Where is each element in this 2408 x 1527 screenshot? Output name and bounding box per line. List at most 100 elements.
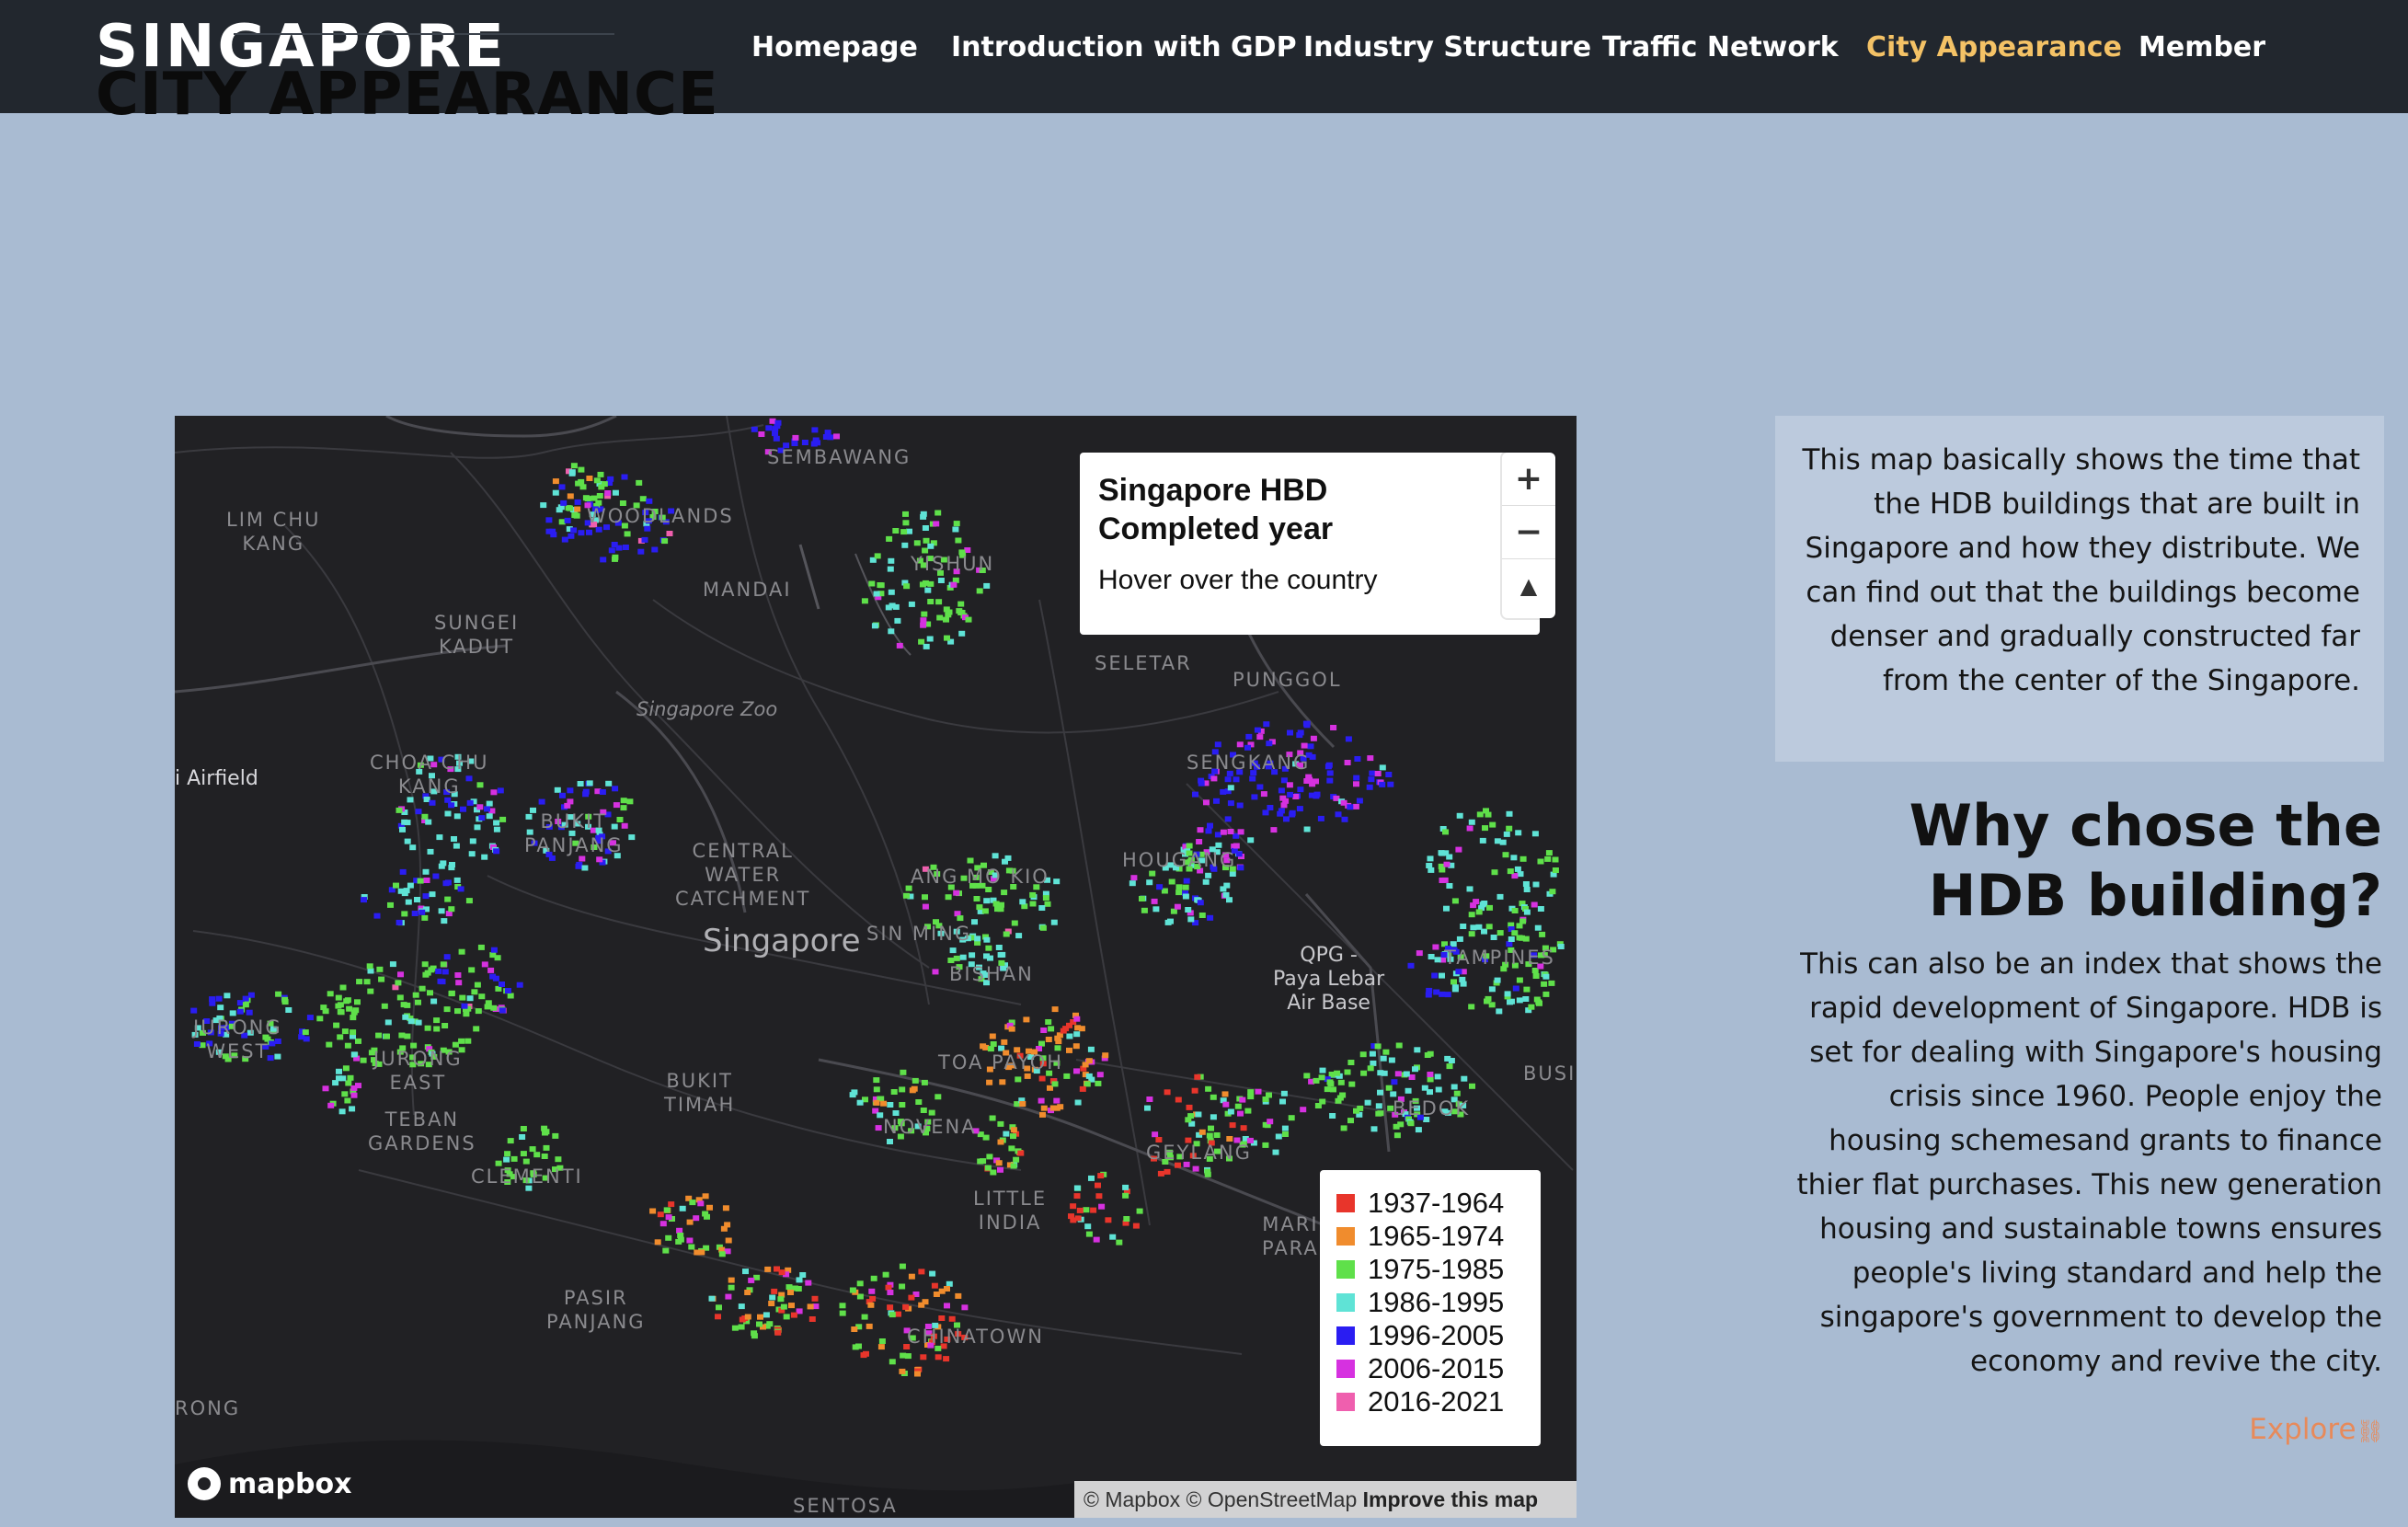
hdb-building-dot[interactable] bbox=[344, 1042, 351, 1049]
hdb-building-dot[interactable] bbox=[1282, 1131, 1289, 1137]
hdb-building-dot[interactable] bbox=[586, 529, 592, 535]
hdb-building-dot[interactable] bbox=[999, 1079, 1006, 1085]
hdb-building-dot[interactable] bbox=[1132, 1223, 1140, 1229]
hdb-building-dot[interactable] bbox=[568, 533, 575, 539]
hdb-building-dot[interactable] bbox=[1210, 1114, 1217, 1120]
hdb-building-dot[interactable] bbox=[1344, 760, 1351, 765]
hdb-building-dot[interactable] bbox=[275, 991, 282, 997]
hdb-building-dot[interactable] bbox=[397, 971, 404, 978]
hdb-building-dot[interactable] bbox=[654, 1239, 661, 1246]
hdb-building-dot[interactable] bbox=[1403, 1071, 1410, 1077]
hdb-building-dot[interactable] bbox=[920, 1354, 927, 1361]
hdb-building-dot[interactable] bbox=[1522, 996, 1530, 1002]
hdb-building-dot[interactable] bbox=[499, 982, 505, 987]
hdb-building-dot[interactable] bbox=[466, 799, 474, 806]
hdb-building-dot[interactable] bbox=[1227, 785, 1234, 791]
hdb-building-dot[interactable] bbox=[570, 463, 578, 469]
hdb-building-dot[interactable] bbox=[983, 936, 991, 943]
hdb-building-dot[interactable] bbox=[503, 1156, 510, 1163]
hdb-building-dot[interactable] bbox=[579, 484, 587, 490]
hdb-building-dot[interactable] bbox=[1313, 1077, 1320, 1084]
hdb-building-dot[interactable] bbox=[481, 961, 488, 968]
hdb-building-dot[interactable] bbox=[443, 954, 451, 960]
hdb-building-dot[interactable] bbox=[246, 1009, 253, 1016]
hdb-building-dot[interactable] bbox=[1468, 1004, 1475, 1010]
hdb-building-dot[interactable] bbox=[774, 1329, 782, 1336]
hdb-building-dot[interactable] bbox=[401, 890, 408, 897]
hdb-building-dot[interactable] bbox=[728, 1277, 735, 1283]
hdb-building-dot[interactable] bbox=[1427, 1072, 1434, 1077]
hdb-building-dot[interactable] bbox=[373, 913, 381, 919]
hdb-building-dot[interactable] bbox=[520, 1126, 527, 1131]
hdb-building-dot[interactable] bbox=[1270, 827, 1278, 833]
hdb-building-dot[interactable] bbox=[1432, 944, 1439, 950]
hdb-building-dot[interactable] bbox=[209, 1000, 216, 1006]
hdb-building-dot[interactable] bbox=[922, 894, 928, 901]
hdb-building-dot[interactable] bbox=[1446, 1063, 1453, 1070]
hdb-building-dot[interactable] bbox=[873, 1086, 880, 1093]
hdb-building-dot[interactable] bbox=[1202, 878, 1210, 885]
hdb-building-dot[interactable] bbox=[637, 548, 645, 555]
hdb-building-dot[interactable] bbox=[1479, 837, 1486, 844]
hdb-building-dot[interactable] bbox=[706, 1204, 713, 1211]
site-brand[interactable]: SINGAPORE CITY APPEARANCE bbox=[96, 15, 718, 127]
hdb-building-dot[interactable] bbox=[929, 1270, 936, 1277]
hdb-building-dot[interactable] bbox=[423, 878, 430, 883]
hdb-building-dot[interactable] bbox=[945, 894, 952, 901]
hdb-building-dot[interactable] bbox=[1073, 1185, 1081, 1191]
hdb-building-dot[interactable] bbox=[990, 1041, 997, 1047]
zoom-out-button[interactable]: − bbox=[1502, 506, 1555, 559]
hdb-building-dot[interactable] bbox=[484, 806, 490, 812]
hdb-building-dot[interactable] bbox=[361, 897, 367, 903]
hdb-building-dot[interactable] bbox=[953, 955, 960, 961]
hdb-building-dot[interactable] bbox=[1534, 924, 1542, 931]
hdb-building-dot[interactable] bbox=[785, 1284, 793, 1291]
hdb-building-dot[interactable] bbox=[1182, 884, 1189, 890]
hdb-building-dot[interactable] bbox=[849, 1287, 856, 1293]
hdb-building-dot[interactable] bbox=[378, 976, 385, 982]
hdb-building-dot[interactable] bbox=[1309, 753, 1316, 760]
hdb-building-dot[interactable] bbox=[738, 1303, 745, 1310]
hdb-building-dot[interactable] bbox=[849, 1092, 856, 1098]
hdb-building-dot[interactable] bbox=[327, 991, 334, 997]
hdb-building-dot[interactable] bbox=[1516, 935, 1523, 941]
hdb-building-dot[interactable] bbox=[1425, 992, 1432, 998]
hdb-building-dot[interactable] bbox=[1084, 1223, 1092, 1230]
hdb-building-dot[interactable] bbox=[1194, 1073, 1201, 1080]
hdb-building-dot[interactable] bbox=[411, 911, 419, 916]
hdb-building-dot[interactable] bbox=[1519, 918, 1527, 924]
hdb-building-dot[interactable] bbox=[636, 479, 643, 486]
hdb-building-dot[interactable] bbox=[516, 982, 523, 988]
hdb-building-dot[interactable] bbox=[1073, 1068, 1080, 1074]
hdb-building-dot[interactable] bbox=[1277, 810, 1284, 817]
hdb-building-dot[interactable] bbox=[901, 542, 909, 548]
hdb-building-dot[interactable] bbox=[1237, 865, 1244, 871]
hdb-building-dot[interactable] bbox=[1367, 1065, 1374, 1072]
hdb-building-dot[interactable] bbox=[438, 908, 445, 914]
hdb-building-dot[interactable] bbox=[686, 1237, 694, 1244]
hdb-building-dot[interactable] bbox=[1213, 798, 1220, 804]
hdb-building-dot[interactable] bbox=[494, 955, 501, 961]
hdb-building-dot[interactable] bbox=[338, 1009, 345, 1016]
hdb-building-dot[interactable] bbox=[356, 979, 363, 985]
hdb-building-dot[interactable] bbox=[1208, 1125, 1214, 1131]
hdb-building-dot[interactable] bbox=[599, 789, 606, 795]
hdb-building-dot[interactable] bbox=[1352, 803, 1359, 809]
hdb-building-dot[interactable] bbox=[414, 897, 420, 902]
hdb-building-dot[interactable] bbox=[725, 1237, 732, 1244]
hdb-building-dot[interactable] bbox=[877, 1344, 885, 1350]
hdb-building-dot[interactable] bbox=[586, 476, 593, 481]
hdb-building-dot[interactable] bbox=[1197, 827, 1204, 833]
hdb-building-dot[interactable] bbox=[1301, 742, 1308, 749]
hdb-building-dot[interactable] bbox=[1087, 1046, 1095, 1052]
hdb-building-dot[interactable] bbox=[355, 1038, 361, 1044]
hdb-building-dot[interactable] bbox=[894, 617, 901, 624]
hdb-building-dot[interactable] bbox=[1233, 776, 1240, 783]
hdb-building-dot[interactable] bbox=[1224, 776, 1232, 783]
hdb-building-dot[interactable] bbox=[1083, 1207, 1090, 1213]
hdb-building-dot[interactable] bbox=[1428, 867, 1435, 873]
hdb-building-dot[interactable] bbox=[914, 1371, 921, 1377]
hdb-building-dot[interactable] bbox=[944, 1286, 950, 1292]
hdb-building-dot[interactable] bbox=[448, 906, 455, 913]
hdb-building-dot[interactable] bbox=[1337, 1079, 1345, 1085]
